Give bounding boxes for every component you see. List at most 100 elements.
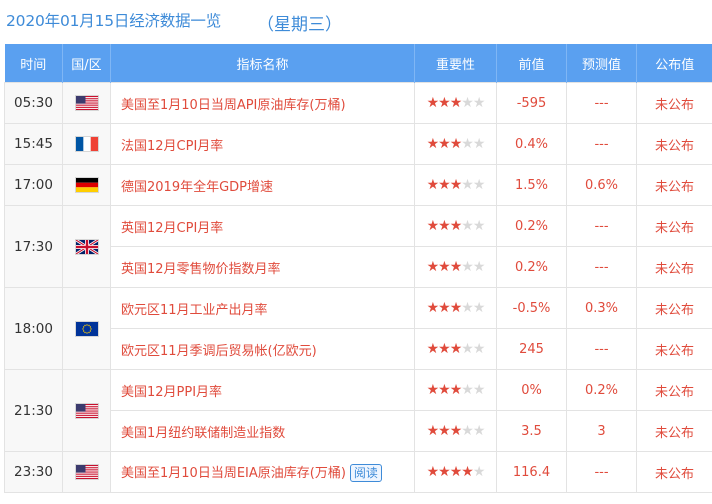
actual-value: 未公布: [636, 246, 712, 288]
star-icon: ★: [426, 464, 440, 480]
actual-value: 未公布: [636, 164, 712, 206]
actual-value: 未公布: [636, 123, 712, 165]
importance-cell: ★★★★★: [414, 246, 497, 288]
star-icon: ★: [438, 382, 451, 398]
forecast-value: ---: [566, 82, 637, 124]
star-icon: ★: [426, 423, 440, 439]
indicator-name[interactable]: 法国12月CPI月率: [110, 123, 415, 165]
table-row[interactable]: 英国12月零售物价指数月率 ★★★★★ 0.2% --- 未公布: [5, 246, 712, 288]
star-icon: ★: [426, 382, 440, 398]
importance-stars: ★★★★★: [427, 341, 486, 357]
previous-value: 0%: [496, 369, 567, 411]
star-icon: ★: [438, 259, 451, 275]
economic-calendar-table: 时间 国/区 指标名称 重要性 前值 预测值 公布值 05:30 美国至1月10日…: [4, 44, 712, 493]
eu-flag-icon: [74, 320, 99, 337]
star-icon: ★: [472, 95, 486, 111]
star-icon: ★: [426, 259, 440, 275]
forecast-value: ---: [566, 451, 637, 493]
country-cell: [62, 82, 111, 124]
star-icon: ★: [472, 423, 486, 439]
importance-stars: ★★★★★: [427, 136, 486, 152]
table-row[interactable]: 05:30 美国至1月10日当周API原油库存(万桶) ★★★★★ -595 --- 未公…: [4, 82, 712, 124]
indicator-name[interactable]: 英国12月CPI月率: [110, 205, 415, 247]
table-row[interactable]: 美国1月纽约联储制造业指数 ★★★★★ 3.5 3 未公布: [5, 410, 712, 452]
indicator-name[interactable]: 欧元区11月工业产出月率: [110, 287, 415, 329]
previous-value: 1.5%: [496, 164, 567, 206]
star-icon: ★: [461, 177, 474, 193]
star-icon: ★: [472, 136, 486, 152]
indicator-name[interactable]: 美国12月PPI月率: [110, 369, 415, 411]
indicator-label[interactable]: 法国12月CPI月率: [121, 139, 223, 154]
actual-value: 未公布: [636, 410, 712, 452]
table-row[interactable]: 17:00 德国2019年全年GDP增速 ★★★★★ 1.5% 0.6% 未公布: [4, 164, 712, 206]
star-icon: ★: [472, 300, 486, 316]
indicator-label[interactable]: 德国2019年全年GDP增速: [121, 180, 273, 195]
indicator-label[interactable]: 美国1月纽约联储制造业指数: [121, 426, 285, 441]
table-row[interactable]: 23:30 美国至1月10日当周EIA原油库存(万桶) 阅读 ★★★★★ 116.4 --…: [4, 451, 712, 493]
star-icon: ★: [449, 95, 463, 111]
indicator-label[interactable]: 欧元区11月季调后贸易帐(亿欧元): [121, 344, 317, 359]
actual-value: 未公布: [636, 328, 712, 370]
weekday-label: （星期三）: [257, 15, 342, 35]
previous-value: 116.4: [496, 451, 567, 493]
actual-value: 未公布: [636, 205, 712, 247]
previous-value: 0.4%: [496, 123, 567, 165]
importance-cell: ★★★★★: [414, 369, 497, 411]
star-icon: ★: [438, 218, 451, 234]
star-icon: ★: [438, 136, 451, 152]
forecast-value: 0.6%: [566, 164, 637, 206]
star-icon: ★: [461, 218, 474, 234]
star-icon: ★: [438, 341, 451, 357]
importance-cell: ★★★★★: [414, 410, 497, 452]
forecast-value: 3: [566, 410, 637, 452]
indicator-label[interactable]: 欧元区11月工业产出月率: [121, 303, 268, 318]
col-header-country: 国/区: [62, 44, 111, 83]
indicator-name[interactable]: 德国2019年全年GDP增速: [110, 164, 415, 206]
gb-flag-icon: [74, 238, 99, 255]
table-body: 05:30 美国至1月10日当周API原油库存(万桶) ★★★★★ -595 --- 未公…: [4, 82, 712, 493]
us-flag-icon: [74, 464, 99, 480]
star-icon: ★: [461, 464, 474, 480]
star-icon: ★: [449, 177, 463, 193]
star-icon: ★: [438, 423, 451, 439]
time-cell: 15:45: [4, 123, 63, 165]
star-icon: ★: [472, 259, 486, 275]
importance-stars: ★★★★★: [427, 218, 486, 234]
country-cell: [62, 123, 111, 165]
star-icon: ★: [472, 218, 486, 234]
indicator-name[interactable]: 美国至1月10日当周API原油库存(万桶): [110, 82, 415, 124]
indicator-label[interactable]: 美国至1月10日当周API原油库存(万桶): [121, 98, 346, 113]
indicator-label[interactable]: 美国至1月10日当周EIA原油库存(万桶): [121, 466, 346, 481]
table-row[interactable]: 欧元区11月季调后贸易帐(亿欧元) ★★★★★ 245 --- 未公布: [5, 328, 712, 370]
importance-stars: ★★★★★: [427, 300, 486, 316]
star-icon: ★: [461, 136, 474, 152]
previous-value: 245: [496, 328, 567, 370]
table-row[interactable]: 15:45 法国12月CPI月率 ★★★★★ 0.4% --- 未公布: [4, 123, 712, 165]
page-header: 2020年01月15日经济数据一览 （星期三）: [0, 0, 712, 44]
country-cell: [62, 205, 111, 288]
importance-cell: ★★★★★: [414, 451, 497, 493]
indicator-name[interactable]: 欧元区11月季调后贸易帐(亿欧元): [110, 328, 415, 370]
indicator-name[interactable]: 英国12月零售物价指数月率: [110, 246, 415, 288]
time-cell: 23:30: [4, 451, 63, 493]
table-row[interactable]: 21:30 美国12月PPI月率 ★★★★★ 0% 0.2% 未公布: [4, 369, 712, 452]
country-cell: [62, 164, 111, 206]
indicator-label[interactable]: 英国12月CPI月率: [121, 221, 223, 236]
time-cell: 21:30: [4, 369, 63, 452]
indicator-label[interactable]: 美国12月PPI月率: [121, 385, 222, 400]
star-icon: ★: [461, 300, 474, 316]
us-flag-icon: [74, 95, 99, 111]
read-button[interactable]: 阅读: [349, 464, 382, 483]
table-row[interactable]: 17:30 英国12月CPI月率 ★★★★★ 0.2% --- 未公布: [4, 205, 712, 288]
indicator-label[interactable]: 英国12月零售物价指数月率: [121, 262, 281, 277]
star-icon: ★: [449, 423, 463, 439]
star-icon: ★: [438, 95, 451, 111]
indicator-name[interactable]: 美国至1月10日当周EIA原油库存(万桶) 阅读: [110, 451, 415, 493]
star-icon: ★: [449, 259, 463, 275]
importance-stars: ★★★★★: [427, 95, 486, 111]
indicator-name[interactable]: 美国1月纽约联储制造业指数: [110, 410, 415, 452]
table-row[interactable]: 18:00 欧元区11月工业产出月率 ★★★★★ -0.5% 0.3% 未公布: [4, 287, 712, 370]
star-icon: ★: [449, 464, 463, 480]
time-cell: 17:00: [4, 164, 63, 206]
star-icon: ★: [438, 177, 451, 193]
